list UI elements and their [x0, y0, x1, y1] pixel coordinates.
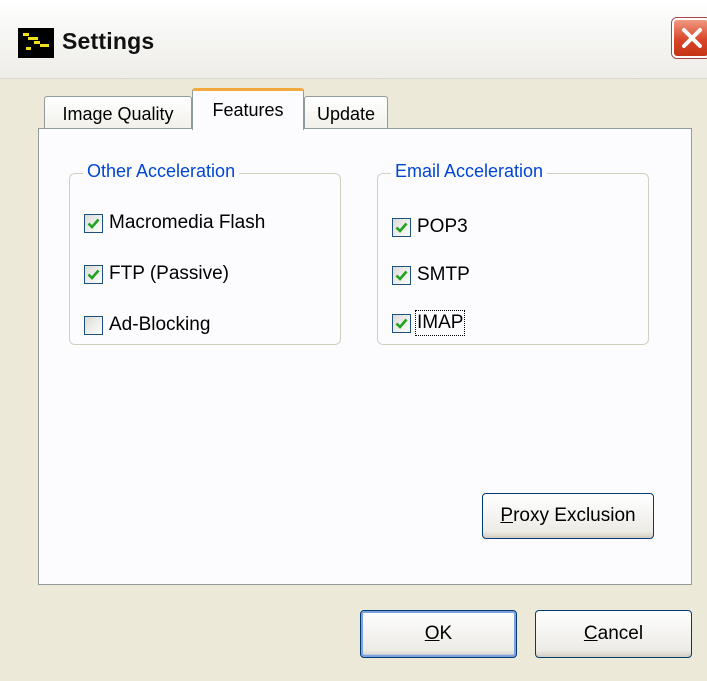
pop3-checkbox[interactable]: POP3 [392, 215, 468, 239]
checkbox-box[interactable] [392, 217, 411, 237]
close-button[interactable] [672, 18, 707, 58]
other-acceleration-group: Other Acceleration Macromedia Flash FTP … [69, 161, 341, 345]
checkbox-box[interactable] [84, 264, 103, 284]
checkbox-box[interactable] [84, 213, 103, 233]
proxy-exclusion-mnemonic: P [500, 505, 514, 526]
pop3-label: POP3 [417, 216, 468, 237]
cancel-button[interactable]: Cancel [535, 610, 692, 658]
checkmark-icon [395, 270, 408, 281]
macromedia-flash-label: Macromedia Flash [109, 212, 266, 233]
email-acceleration-title: Email Acceleration [391, 161, 548, 182]
checkmark-icon [395, 318, 408, 329]
smtp-checkbox[interactable]: SMTP [392, 263, 470, 287]
checkbox-box[interactable] [392, 313, 411, 333]
cancel-label: ancel [597, 623, 644, 644]
tab-update[interactable]: Update [304, 96, 388, 130]
proxy-exclusion-button[interactable]: Proxy Exclusion [482, 493, 654, 539]
tab-features[interactable]: Features [192, 88, 304, 130]
smtp-label: SMTP [417, 264, 470, 285]
app-logo-icon [18, 28, 54, 58]
checkbox-box[interactable] [84, 315, 103, 335]
features-tab-panel: Other Acceleration Macromedia Flash FTP … [38, 128, 692, 585]
checkmark-icon [395, 222, 408, 233]
settings-dialog: Settings Image Quality Features Update O… [0, 0, 707, 681]
ftp-passive-label: FTP (Passive) [109, 263, 230, 284]
checkmark-icon [87, 269, 100, 280]
title-bar[interactable]: Settings [0, 0, 707, 79]
email-acceleration-group: Email Acceleration POP3 SMTP IMAP [377, 161, 649, 345]
ok-button[interactable]: OK [360, 610, 517, 658]
window-title: Settings [62, 28, 155, 54]
ok-mnemonic: O [424, 623, 440, 644]
macromedia-flash-checkbox[interactable]: Macromedia Flash [84, 211, 265, 235]
proxy-exclusion-label: roxy Exclusion [513, 505, 636, 526]
ftp-passive-checkbox[interactable]: FTP (Passive) [84, 262, 229, 286]
ad-blocking-checkbox[interactable]: Ad-Blocking [84, 313, 210, 337]
imap-label: IMAP [414, 310, 466, 336]
cancel-mnemonic: C [583, 623, 598, 644]
other-acceleration-title: Other Acceleration [83, 161, 240, 182]
checkbox-box[interactable] [392, 265, 411, 285]
imap-checkbox[interactable]: IMAP [392, 310, 466, 336]
ad-blocking-label: Ad-Blocking [109, 314, 211, 335]
checkmark-icon [87, 218, 100, 229]
ok-label: K [439, 623, 453, 644]
tab-image-quality[interactable]: Image Quality [44, 96, 192, 130]
close-icon [682, 28, 702, 48]
